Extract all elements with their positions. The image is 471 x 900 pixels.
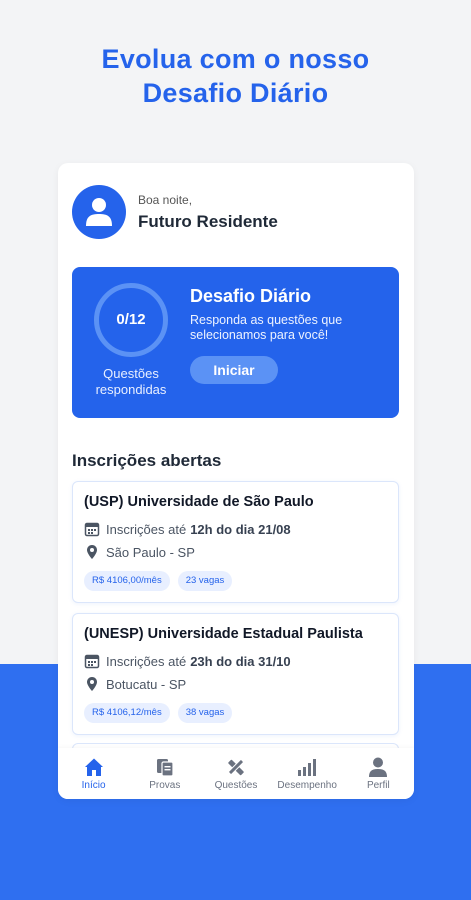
- salary-badge: R$ 4106,00/mês: [84, 571, 170, 591]
- headline-line-2: Desafio Diário: [142, 78, 329, 108]
- challenge-title: Desafio Diário: [190, 286, 312, 306]
- start-button[interactable]: Iniciar: [190, 356, 278, 384]
- vacancies-badge: 38 vagas: [177, 703, 233, 723]
- headline-line-1: Evolua com o nosso: [101, 44, 370, 74]
- greeting-header: Boa noite, Futuro Residente: [72, 185, 392, 241]
- person-icon: [369, 757, 388, 777]
- person-icon: [86, 198, 112, 226]
- nav-label: Questões: [214, 780, 258, 791]
- app-screen: Boa noite, Futuro Residente 0/12 Questõe…: [58, 163, 414, 799]
- deadline-value: 12h do dia 21/08: [190, 521, 291, 537]
- list-item[interactable]: (UNESP) Universidade Estadual Paulista I…: [72, 613, 399, 735]
- card-chips: R$ 4106,12/mês 38 vagas: [84, 703, 240, 723]
- home-icon: [84, 758, 103, 776]
- location-row: São Paulo - SP: [84, 544, 195, 560]
- deadline-row: Inscrições até 23h do dia 31/10: [84, 653, 295, 669]
- deadline-value: 23h do dia 31/10: [190, 653, 291, 669]
- nav-item-perfil[interactable]: Perfil: [344, 756, 412, 791]
- bottom-nav: Início Provas Questões Desempenho Perfil: [58, 748, 414, 799]
- deadline-prefix: Inscrições até: [106, 653, 187, 669]
- location-row: Botucatu - SP: [84, 676, 186, 692]
- deadline-row: Inscrições até 12h do dia 21/08: [84, 521, 295, 537]
- progress-caption-line-2: respondidas: [95, 382, 167, 397]
- daily-challenge-card: 0/12 Questões respondidas Desafio Diário…: [72, 267, 399, 418]
- avatar[interactable]: [72, 185, 126, 239]
- nav-item-questoes[interactable]: Questões: [202, 756, 270, 791]
- progress-text: 0/12: [116, 311, 146, 328]
- nav-label: Perfil: [366, 780, 390, 791]
- card-title: (UNESP) Universidade Estadual Paulista: [84, 626, 363, 642]
- greeting-salutation: Boa noite,: [138, 193, 193, 207]
- progress-caption-line-1: Questões: [103, 366, 159, 381]
- documents-icon: [156, 759, 174, 777]
- card-chips: R$ 4106,00/mês 23 vagas: [84, 571, 240, 591]
- salary-badge: R$ 4106,12/mês: [84, 703, 170, 723]
- list-item[interactable]: (USP) Universidade de São Paulo Inscriçõ…: [72, 481, 399, 603]
- pencil-ruler-icon: [228, 759, 244, 776]
- location-text: São Paulo - SP: [106, 544, 195, 560]
- deadline-prefix: Inscrições até: [106, 521, 187, 537]
- nav-item-desempenho[interactable]: Desempenho: [273, 756, 341, 791]
- nav-label: Início: [81, 780, 106, 791]
- progress-ring: 0/12: [94, 283, 168, 357]
- calendar-icon: [84, 654, 100, 669]
- challenge-description: Responda as questões que selecionamos pa…: [190, 313, 343, 342]
- calendar-icon: [84, 522, 100, 537]
- location-pin-icon: [87, 545, 97, 559]
- progress-caption: Questões respondidas: [82, 366, 180, 398]
- location-pin-icon: [87, 677, 97, 691]
- nav-label: Desempenho: [277, 780, 337, 791]
- vacancies-badge: 23 vagas: [177, 571, 233, 591]
- user-name: Futuro Residente: [138, 212, 278, 231]
- section-title: Inscrições abertas: [72, 451, 222, 470]
- card-title: (USP) Universidade de São Paulo: [84, 494, 314, 510]
- nav-item-inicio[interactable]: Início: [60, 756, 128, 791]
- promo-headline: Evolua com o nosso Desafio Diário: [0, 42, 471, 110]
- location-text: Botucatu - SP: [106, 676, 187, 692]
- bar-chart-icon: [298, 759, 317, 776]
- nav-item-provas[interactable]: Provas: [131, 756, 199, 791]
- nav-label: Provas: [149, 780, 181, 791]
